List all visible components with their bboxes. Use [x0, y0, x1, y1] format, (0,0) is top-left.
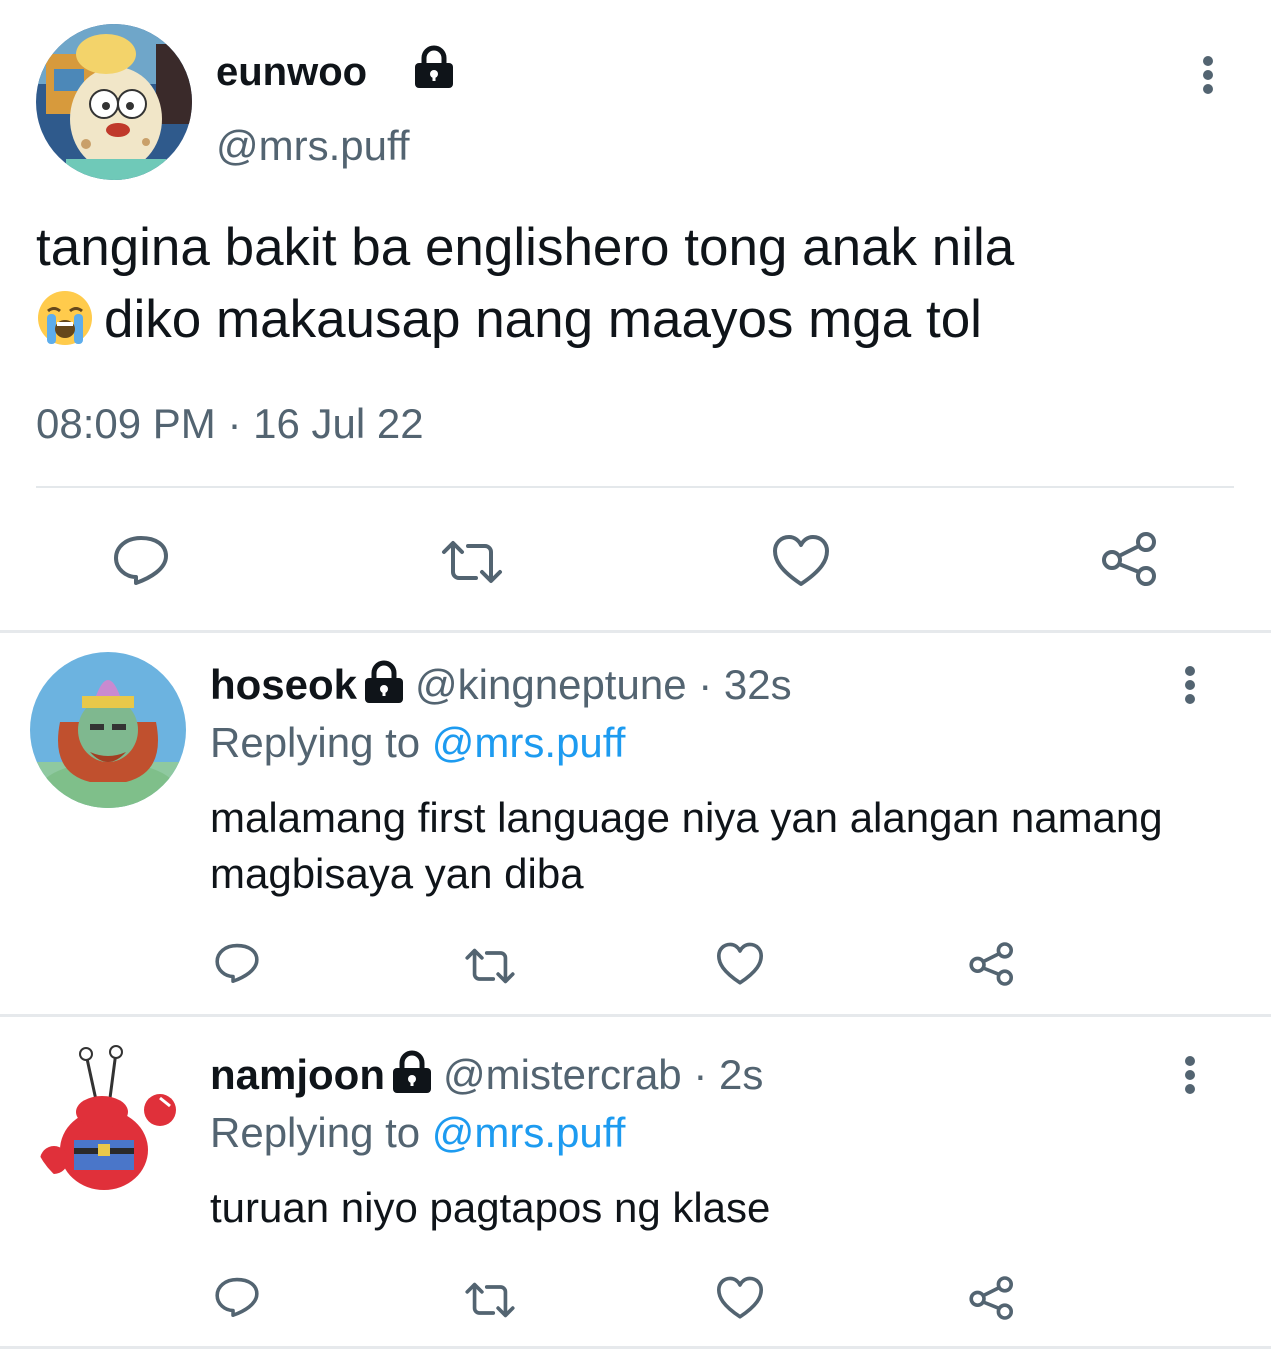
reply-icon[interactable] — [214, 942, 260, 984]
reply-text: turuan niyo pagtapos ng klase — [210, 1184, 771, 1231]
share-icon[interactable] — [1100, 530, 1160, 588]
share-icon[interactable] — [968, 940, 1016, 988]
reply-header: namjoon @mistercrab · 2s — [210, 1048, 763, 1102]
reply-icon[interactable] — [112, 534, 170, 586]
heart-icon[interactable] — [716, 942, 764, 986]
divider — [36, 486, 1234, 488]
reply-header: hoseok @kingneptune · 32s — [210, 658, 792, 712]
avatar[interactable] — [30, 652, 186, 808]
reply-time[interactable]: · 32s — [698, 661, 791, 708]
replying-to-label: Replying to — [210, 1109, 421, 1156]
heart-icon[interactable] — [716, 1276, 764, 1320]
avatar[interactable] — [36, 24, 192, 180]
divider — [0, 1014, 1271, 1017]
replying-to: Replying to @mrs.puff — [210, 1106, 625, 1160]
avatar[interactable] — [30, 1040, 186, 1196]
handle[interactable]: @mrs.puff — [216, 120, 410, 172]
mention-link[interactable]: @mrs.puff — [432, 1109, 626, 1156]
lock-icon — [411, 44, 457, 90]
retweet-icon[interactable] — [440, 538, 504, 586]
display-name[interactable]: eunwoo — [216, 46, 367, 98]
more-vertical-icon[interactable] — [1170, 1052, 1210, 1098]
lock-icon — [361, 659, 407, 705]
display-name[interactable]: hoseok — [210, 661, 357, 708]
retweet-icon[interactable] — [464, 946, 516, 986]
mention-link[interactable]: @mrs.puff — [432, 719, 626, 766]
timestamp[interactable]: 08:09 PM · 16 Jul 22 — [36, 396, 424, 452]
reply-icon[interactable] — [214, 1276, 260, 1318]
more-vertical-icon[interactable] — [1188, 52, 1228, 98]
reply-text: malamang first language niya yan alangan… — [210, 794, 1163, 897]
divider — [0, 630, 1271, 633]
more-vertical-icon[interactable] — [1170, 662, 1210, 708]
replying-to-label: Replying to — [210, 719, 421, 766]
heart-icon[interactable] — [772, 534, 830, 588]
lock-icon — [389, 1049, 435, 1095]
share-icon[interactable] — [968, 1274, 1016, 1322]
handle[interactable]: @mistercrab — [443, 1051, 682, 1098]
reply-time[interactable]: · 2s — [693, 1051, 763, 1098]
replying-to: Replying to @mrs.puff — [210, 716, 625, 770]
tweet-text-line-2: diko makausap nang maayos mga tol — [36, 284, 1236, 356]
tweet-text-line: tangina bakit ba englishero tong anak ni… — [36, 218, 1015, 277]
divider — [0, 1346, 1271, 1349]
retweet-icon[interactable] — [464, 1280, 516, 1320]
tweet-text: tangina bakit ba englishero tong anak ni… — [36, 212, 1236, 356]
handle[interactable]: @kingneptune — [415, 661, 687, 708]
tweet-text-continuation: diko makausap nang maayos mga tol — [104, 290, 982, 349]
display-name[interactable]: namjoon — [210, 1051, 385, 1098]
loudly-crying-face-icon — [36, 289, 94, 347]
